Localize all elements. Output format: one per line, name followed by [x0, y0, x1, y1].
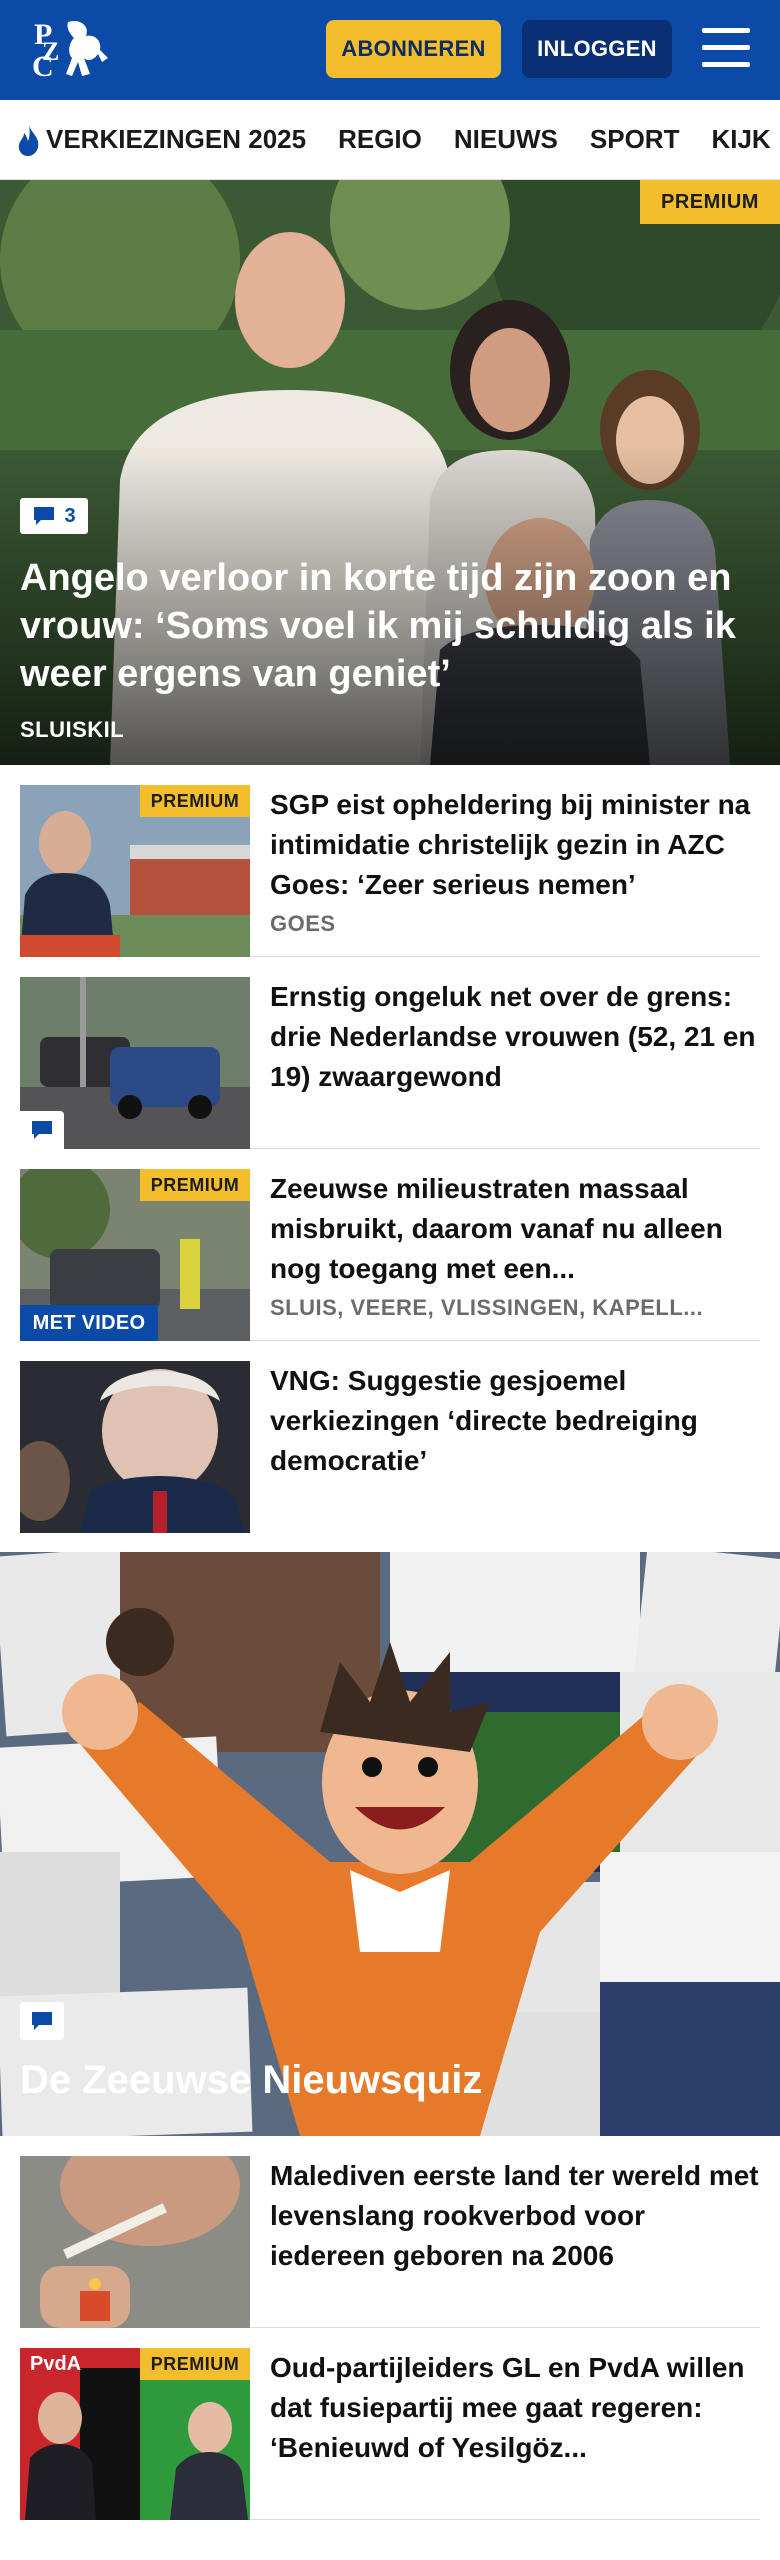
premium-badge: PREMIUM: [640, 180, 780, 224]
premium-badge: PREMIUM: [140, 1169, 250, 1201]
comment-badge[interactable]: [20, 1111, 64, 1149]
hamburger-menu-icon[interactable]: [698, 24, 754, 72]
article-item[interactable]: PvdA PREMIUM Oud-partijleiders GL en Pvd…: [20, 2348, 760, 2520]
article-title[interactable]: VNG: Suggestie gesjoemel verkiezingen ‘d…: [270, 1361, 760, 1481]
article-item[interactable]: PREMIUM MET VIDEO Zeeuwse milieustraten …: [20, 1169, 760, 1341]
pzc-logo[interactable]: P C Z: [28, 14, 114, 86]
nav-item-label: VERKIEZINGEN 2025: [46, 124, 307, 154]
nav-item-regio[interactable]: REGIO: [338, 124, 422, 155]
video-badge: MET VIDEO: [20, 1305, 158, 1341]
comment-count-badge[interactable]: 3: [20, 498, 88, 534]
quiz-title[interactable]: De Zeeuwse Nieuwsquiz: [20, 2058, 482, 2103]
premium-badge: PREMIUM: [140, 785, 250, 817]
nav-item-nieuws[interactable]: NIEUWS: [454, 124, 558, 155]
article-title[interactable]: Ernstig ongeluk net over de grens: drie …: [270, 977, 760, 1097]
article-location: GOES: [270, 911, 336, 936]
top-bar: P C Z ABONNEREN INLOGGEN: [0, 0, 780, 100]
quiz-banner[interactable]: De Zeeuwse Nieuwsquiz: [0, 1552, 780, 2136]
article-title[interactable]: Oud-partijleiders GL en PvdA willen dat …: [270, 2348, 760, 2468]
article-item[interactable]: VNG: Suggestie gesjoemel verkiezingen ‘d…: [20, 1361, 760, 1533]
article-thumbnail: [20, 2156, 250, 2328]
subscribe-button[interactable]: ABONNEREN: [326, 20, 501, 78]
comment-bubble-icon: [32, 1121, 52, 1139]
comment-badge[interactable]: [20, 2002, 64, 2040]
article-thumbnail: PvdA PREMIUM: [20, 2348, 250, 2520]
article-item[interactable]: Malediven eerste land ter wereld met lev…: [20, 2156, 760, 2328]
premium-badge: PREMIUM: [140, 2348, 250, 2380]
article-thumbnail: PREMIUM MET VIDEO: [20, 1169, 250, 1341]
svg-text:PvdA: PvdA: [30, 2353, 81, 2375]
nav-item-sport[interactable]: SPORT: [590, 124, 680, 155]
article-title[interactable]: Zeeuwse milieustraten massaal misbruikt,…: [270, 1169, 760, 1289]
login-button[interactable]: INLOGGEN: [522, 20, 672, 78]
article-location: SLUIS, VEERE, VLISSINGEN, KAPELL...: [270, 1295, 704, 1320]
article-item[interactable]: Ernstig ongeluk net over de grens: drie …: [20, 977, 760, 1149]
svg-text:Z: Z: [42, 37, 59, 66]
article-title[interactable]: Malediven eerste land ter wereld met lev…: [270, 2156, 760, 2276]
article-thumbnail: PREMIUM: [20, 785, 250, 957]
flame-icon: [18, 124, 39, 156]
article-thumbnail: [20, 977, 250, 1149]
comment-bubble-icon: [34, 507, 55, 525]
article-item[interactable]: PREMIUM SGP eist opheldering bij ministe…: [20, 785, 760, 957]
comment-count: 3: [64, 504, 76, 527]
nav-item-kijk[interactable]: KIJK: [711, 124, 770, 155]
hero-article[interactable]: PREMIUM 3 Angelo verloor in korte tijd z…: [0, 180, 780, 765]
hero-title[interactable]: Angelo verloor in korte tijd zijn zoon e…: [20, 554, 740, 698]
article-thumbnail: [20, 1361, 250, 1533]
article-title[interactable]: SGP eist opheldering bij minister na int…: [270, 785, 760, 905]
section-nav: VERKIEZINGEN 2025 REGIO NIEUWS SPORT KIJ…: [0, 100, 780, 180]
hero-location: SLUISKIL: [20, 717, 125, 742]
quiz-collage-image: [0, 1552, 780, 2136]
nav-item-verkiezingen[interactable]: VERKIEZINGEN 2025: [16, 123, 306, 157]
comment-bubble-icon: [32, 2012, 52, 2030]
